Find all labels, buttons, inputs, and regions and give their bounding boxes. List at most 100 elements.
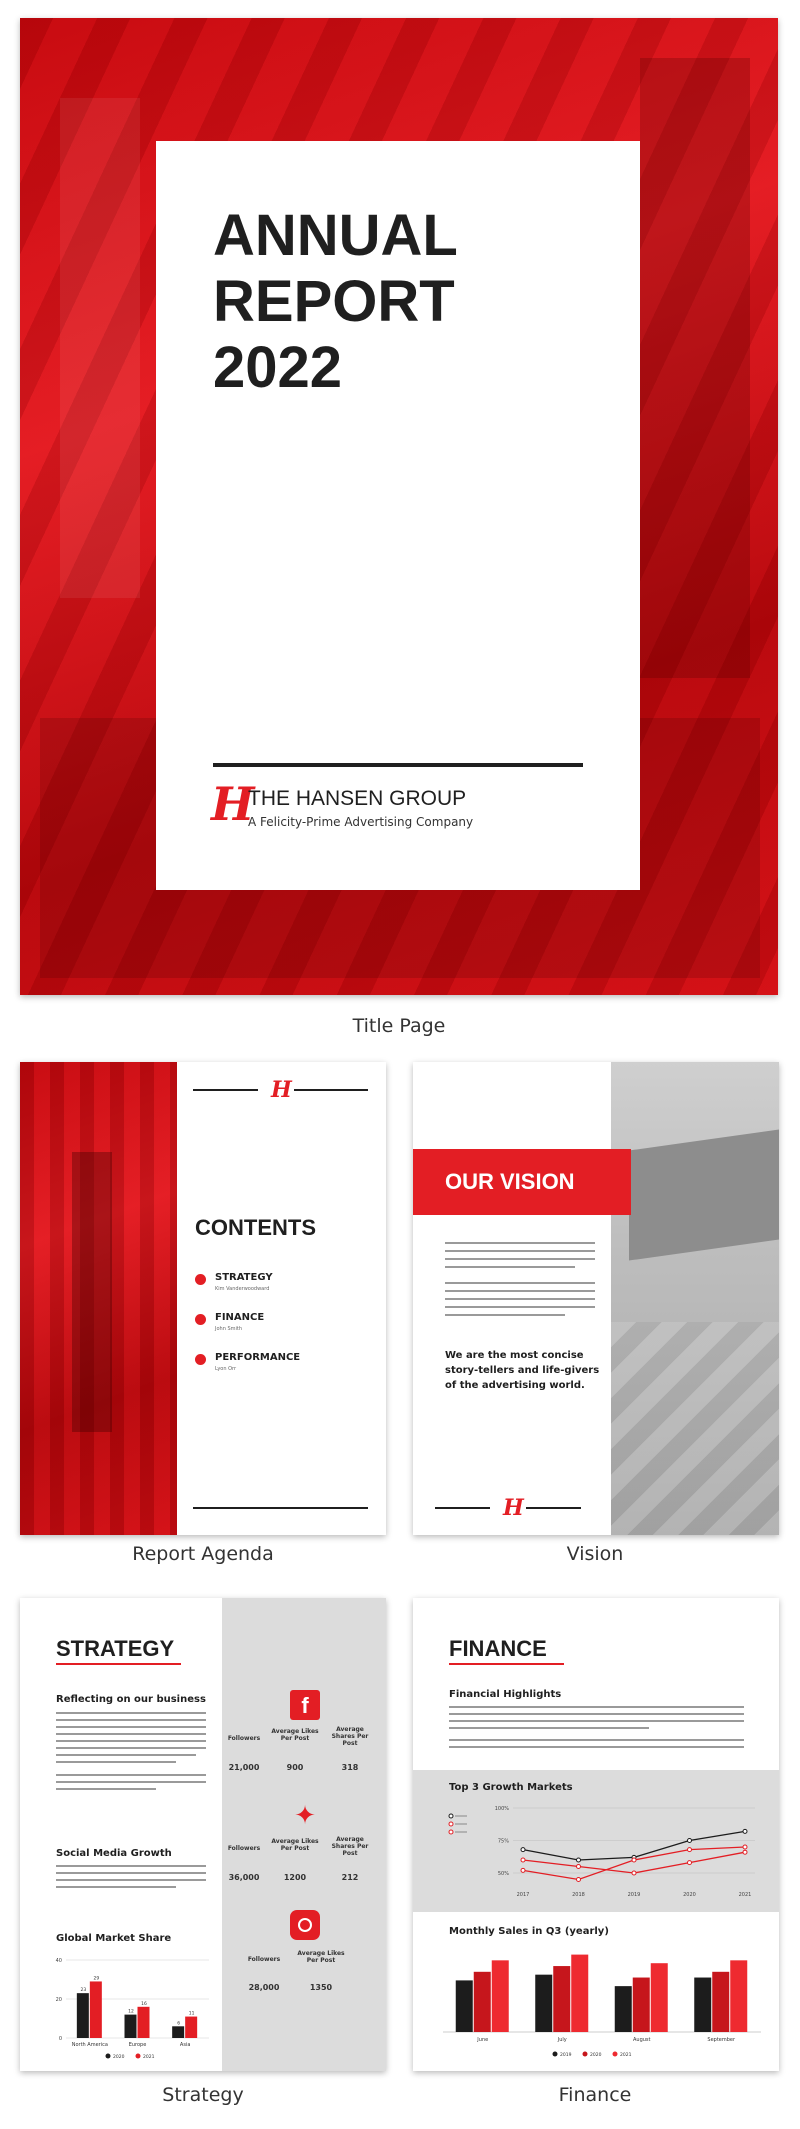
- legend-marker: [552, 2051, 558, 2057]
- bar: [172, 2026, 185, 2038]
- twitter-block: ✦ Followers Average Likes Per Post Avera…: [225, 1800, 383, 1900]
- facebook-block: f Followers Average Likes Per Post Avera…: [225, 1690, 383, 1790]
- twitter-likes: 1200: [283, 1873, 307, 1882]
- vision-heading-band: OUR VISION: [413, 1149, 631, 1215]
- cover-divider: [213, 763, 583, 767]
- series-point: [520, 1867, 526, 1873]
- legend-marker: [612, 2051, 618, 2057]
- strategy-sub-market-share: Global Market Share: [56, 1933, 172, 1944]
- bar: [76, 1993, 89, 2038]
- bullet-icon: [195, 1354, 206, 1365]
- bar: [614, 1986, 632, 2032]
- bar-value-label: 12: [128, 2009, 134, 2015]
- bar: [137, 2006, 150, 2038]
- bar: [473, 1971, 491, 2032]
- y-tick-label: 50%: [498, 1871, 509, 1877]
- instagram-col-label: Average Likes Per Post: [297, 1950, 345, 1964]
- instagram-block: Followers Average Likes Per Post 28,000 …: [225, 1910, 383, 2020]
- x-tick-label: 2021: [739, 1892, 752, 1898]
- strategy-heading: STRATEGY: [56, 1636, 175, 1661]
- facebook-col-label: Followers: [227, 1735, 261, 1742]
- finance-heading: FINANCE: [449, 1636, 547, 1661]
- caption-strategy: Strategy: [162, 2084, 244, 2106]
- x-tick-label: 2018: [572, 1892, 585, 1898]
- contents-item-performance[interactable]: PERFORMANCE Lyon Orr: [195, 1352, 365, 1382]
- facebook-shares: 318: [341, 1763, 359, 1772]
- series-point: [687, 1860, 692, 1866]
- agenda-bottom-rule: [193, 1507, 368, 1509]
- instagram-col-label: Followers: [247, 1956, 281, 1963]
- vision-photo: [611, 1062, 779, 1535]
- bar: [712, 1971, 730, 2032]
- monthly-sales-chart: June July August September 2019 2020 2021: [443, 1954, 761, 2058]
- series-point: [742, 1844, 748, 1850]
- vision-quote: We are the most concise story-tellers an…: [445, 1350, 600, 1391]
- legend-marker: [135, 2053, 141, 2059]
- x-tick-label: Europe: [129, 2042, 147, 2048]
- vision-bottom-rule-left: [435, 1507, 490, 1509]
- finance-page: FINANCE Financial Highlights Top 3 Growt…: [413, 1598, 779, 2071]
- bar: [650, 1963, 668, 2032]
- agenda-page: H CONTENTS STRATEGY Kim Vanderwoodward F…: [20, 1062, 386, 1535]
- series-point: [520, 1857, 526, 1863]
- x-tick-label: August: [633, 2037, 651, 2043]
- facebook-likes: 900: [286, 1763, 304, 1772]
- strategy-heading-underline: [56, 1663, 181, 1665]
- caption-report-agenda: Report Agenda: [132, 1543, 274, 1565]
- series-point: [576, 1857, 581, 1863]
- agenda-top-rule-left: [193, 1089, 258, 1091]
- x-tick-label: North America: [72, 2042, 108, 2048]
- finance-sub-highlights: Financial Highlights: [449, 1689, 562, 1700]
- bar: [124, 2014, 137, 2038]
- bar: [185, 2016, 198, 2038]
- series-point: [631, 1870, 637, 1876]
- instagram-followers: 28,000: [248, 1983, 280, 1992]
- x-tick-label: Asia: [180, 2042, 190, 2048]
- series-point: [742, 1849, 748, 1855]
- instagram-likes: 1350: [309, 1983, 333, 1992]
- legend-marker: [448, 1813, 454, 1819]
- bar: [491, 1960, 509, 2032]
- legend-label: 2020: [590, 2052, 602, 2058]
- bar: [553, 1966, 571, 2032]
- series-point: [520, 1847, 526, 1853]
- y-tick-label: 75%: [498, 1839, 509, 1845]
- bar: [571, 1954, 589, 2032]
- series-point: [687, 1838, 692, 1843]
- contents-item-person: Kim Vanderwoodward: [215, 1286, 270, 1292]
- bar-value-label: 11: [189, 2011, 195, 2017]
- twitter-col-label: Average Likes Per Post: [271, 1838, 319, 1852]
- series-point: [687, 1847, 692, 1853]
- bullet-icon: [195, 1314, 206, 1325]
- legend-label: 2020: [113, 2054, 125, 2060]
- facebook-followers: 21,000: [228, 1763, 260, 1772]
- instagram-icon[interactable]: [290, 1910, 320, 1940]
- vision-heading: OUR VISION: [445, 1169, 575, 1194]
- series-point: [742, 1828, 748, 1834]
- x-tick-label: 2017: [517, 1892, 530, 1898]
- vision-bottom-rule-right: [526, 1507, 581, 1509]
- contents-item-person: Lyon Orr: [215, 1366, 237, 1372]
- finance-sub-growth: Top 3 Growth Markets: [449, 1782, 573, 1793]
- caption-vision: Vision: [566, 1543, 624, 1565]
- cover-card: ANNUAL REPORT 2022 H THE HANSEN GROUP A …: [156, 141, 640, 890]
- x-tick-label: 2020: [683, 1892, 696, 1898]
- growth-line-chart: 100% 75% 50% 2017 2018 2019 2020 2021: [448, 1806, 755, 1898]
- cover-title-line-1: ANNUAL: [213, 203, 458, 268]
- contents-heading: CONTENTS: [195, 1215, 316, 1240]
- caption-finance: Finance: [558, 2084, 632, 2106]
- contents-item-title: STRATEGY: [215, 1272, 273, 1283]
- bar: [632, 1977, 650, 2032]
- series-point: [576, 1864, 581, 1869]
- contents-item-finance[interactable]: FINANCE John Smith: [195, 1312, 365, 1342]
- strategy-sub-social: Social Media Growth: [56, 1848, 172, 1859]
- x-tick-label: June: [476, 2037, 488, 2043]
- twitter-icon[interactable]: ✦: [290, 1800, 320, 1830]
- y-tick-label: 100%: [495, 1806, 510, 1812]
- facebook-icon[interactable]: f: [290, 1690, 320, 1720]
- legend-marker: [448, 1829, 454, 1835]
- facebook-col-label: Average Likes Per Post: [271, 1728, 319, 1742]
- contents-item-strategy[interactable]: STRATEGY Kim Vanderwoodward: [195, 1272, 365, 1302]
- y-tick-label: 20: [56, 1997, 62, 2003]
- legend-label: 2019: [560, 2052, 572, 2058]
